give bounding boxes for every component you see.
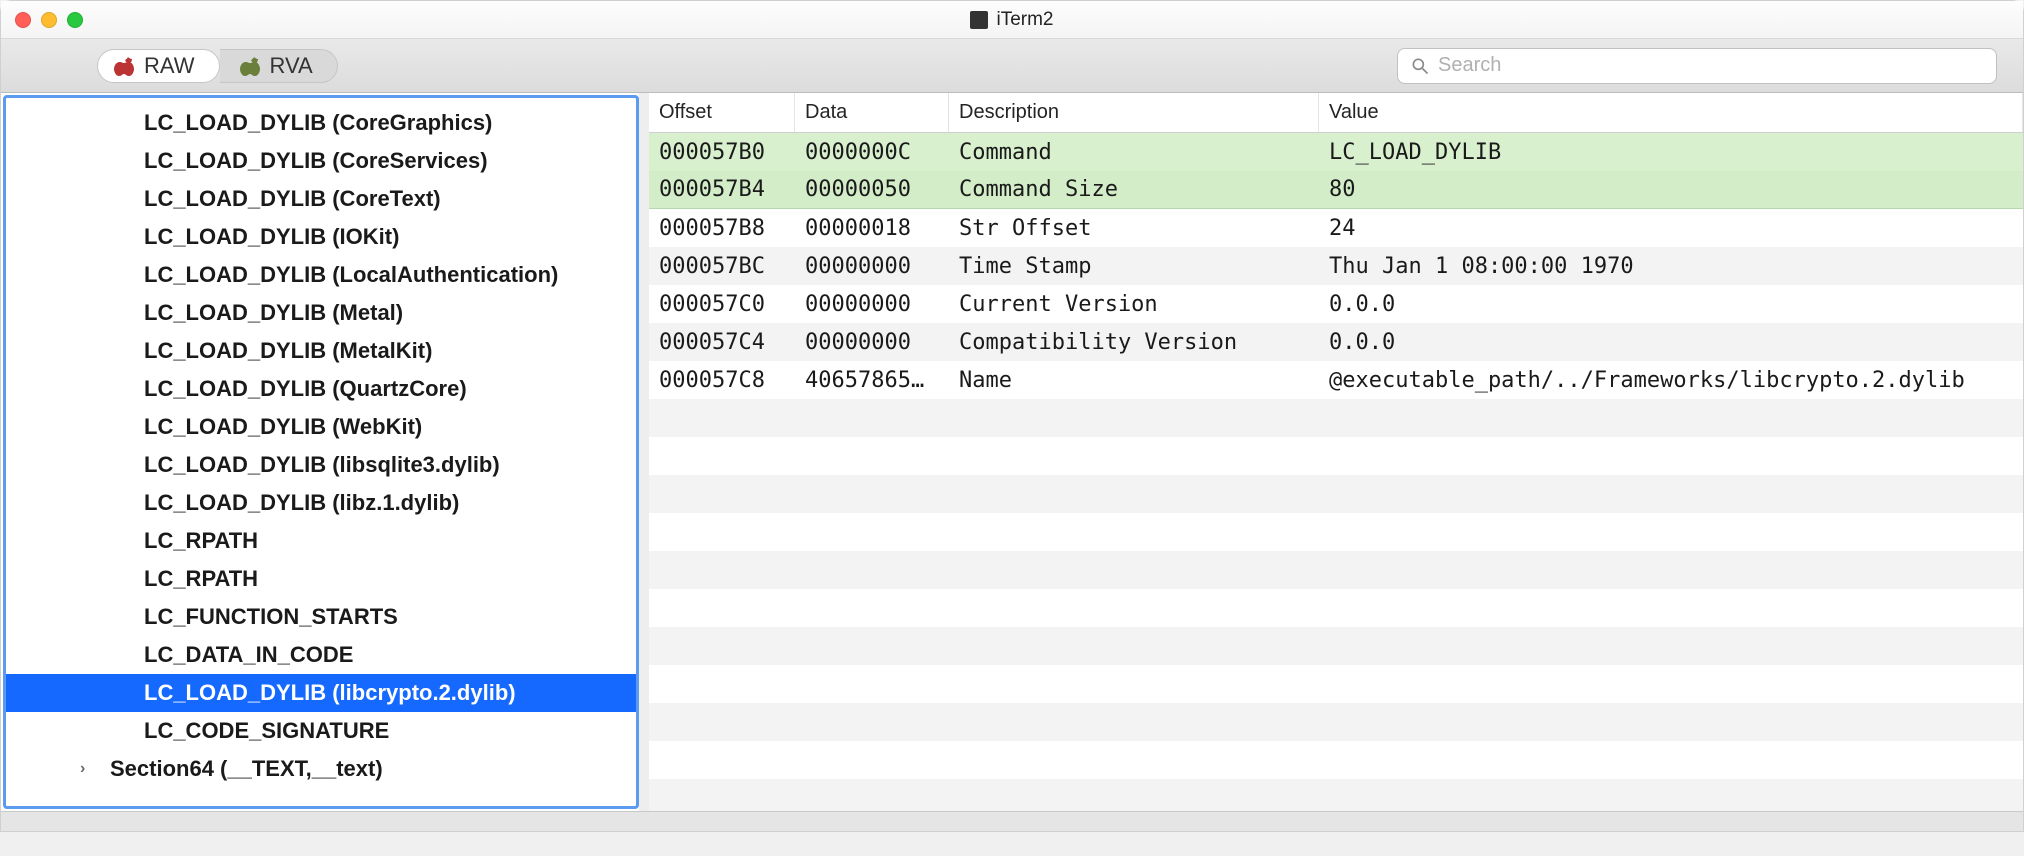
chevron-right-icon[interactable]: › xyxy=(80,760,85,778)
cell-value: 24 xyxy=(1319,216,2023,241)
cell-offset: 000057C8 xyxy=(649,368,795,393)
table-row[interactable]: 000057B400000050Command Size80 xyxy=(649,171,2023,209)
header-description[interactable]: Description xyxy=(949,93,1319,132)
header-value[interactable]: Value xyxy=(1319,93,2023,132)
sidebar-item[interactable]: LC_RPATH xyxy=(6,522,636,560)
cell-value: @executable_path/../Frameworks/libcrypto… xyxy=(1319,368,2023,393)
window-title: iTerm2 xyxy=(1,9,2023,31)
table-row-empty xyxy=(649,665,2023,703)
cell-value: 0.0.0 xyxy=(1319,330,2023,355)
table-row-empty xyxy=(649,741,2023,779)
cell-value: LC_LOAD_DYLIB xyxy=(1319,140,2023,165)
sidebar-item[interactable]: LC_LOAD_DYLIB (IOKit) xyxy=(6,218,636,256)
cell-description: Str Offset xyxy=(949,216,1319,241)
sidebar-item[interactable]: LC_LOAD_DYLIB (libz.1.dylib) xyxy=(6,484,636,522)
cell-offset: 000057C0 xyxy=(649,292,795,317)
search-field[interactable] xyxy=(1397,48,1997,84)
cell-data: 00000018 xyxy=(795,216,949,241)
cell-description: Compatibility Version xyxy=(949,330,1319,355)
sidebar-item[interactable]: LC_RPATH xyxy=(6,560,636,598)
split-divider[interactable] xyxy=(639,93,649,811)
table-row[interactable]: 000057BC00000000Time StampThu Jan 1 08:0… xyxy=(649,247,2023,285)
table-header: Offset Data Description Value xyxy=(649,93,2023,133)
tab-rva[interactable]: RVA xyxy=(220,49,338,83)
sidebar-item[interactable]: LC_DATA_IN_CODE xyxy=(6,636,636,674)
window-title-text: iTerm2 xyxy=(996,9,1053,31)
tab-raw[interactable]: RAW xyxy=(97,49,220,83)
header-data[interactable]: Data xyxy=(795,93,949,132)
table-row-empty xyxy=(649,589,2023,627)
sidebar-item[interactable]: LC_LOAD_DYLIB (LocalAuthentication) xyxy=(6,256,636,294)
cell-description: Current Version xyxy=(949,292,1319,317)
search-input[interactable] xyxy=(1438,54,1984,77)
table-row[interactable]: 000057C840657865…Name@executable_path/..… xyxy=(649,361,2023,399)
tab-rva-label: RVA xyxy=(270,53,313,79)
cell-offset: 000057B8 xyxy=(649,216,795,241)
cell-data: 00000000 xyxy=(795,254,949,279)
tab-raw-label: RAW xyxy=(144,53,195,79)
cell-data: 00000000 xyxy=(795,330,949,355)
cell-value: 80 xyxy=(1319,177,2023,202)
table-row[interactable]: 000057B800000018Str Offset24 xyxy=(649,209,2023,247)
table-body[interactable]: 000057B00000000CCommandLC_LOAD_DYLIB0000… xyxy=(649,133,2023,811)
table-row-empty xyxy=(649,475,2023,513)
search-icon xyxy=(1410,56,1430,76)
sidebar[interactable]: LC_LOAD_DYLIB (CoreGraphics)LC_LOAD_DYLI… xyxy=(3,95,639,809)
table-row[interactable]: 000057B00000000CCommandLC_LOAD_DYLIB xyxy=(649,133,2023,171)
toolbar: RAW RVA xyxy=(1,39,2023,93)
apple-green-icon xyxy=(238,54,262,78)
sidebar-item[interactable]: LC_LOAD_DYLIB (MetalKit) xyxy=(6,332,636,370)
app-window: iTerm2 RAW RVA LC_LOAD_DYLIB (CoreG xyxy=(0,0,2024,832)
sidebar-item[interactable]: LC_LOAD_DYLIB (QuartzCore) xyxy=(6,370,636,408)
sidebar-section[interactable]: › Section64 (__TEXT,__text) xyxy=(6,750,636,788)
cell-value: 0.0.0 xyxy=(1319,292,2023,317)
detail-pane: Offset Data Description Value 000057B000… xyxy=(649,93,2023,811)
table-row-empty xyxy=(649,513,2023,551)
content-area: LC_LOAD_DYLIB (CoreGraphics)LC_LOAD_DYLI… xyxy=(1,93,2023,811)
table-row[interactable]: 000057C000000000Current Version0.0.0 xyxy=(649,285,2023,323)
cell-description: Name xyxy=(949,368,1319,393)
cell-description: Command Size xyxy=(949,177,1319,202)
table-row[interactable]: 000057C400000000Compatibility Version0.0… xyxy=(649,323,2023,361)
cell-data: 40657865… xyxy=(795,368,949,393)
cell-offset: 000057B4 xyxy=(649,177,795,202)
table-row-empty xyxy=(649,437,2023,475)
sidebar-item[interactable]: LC_LOAD_DYLIB (WebKit) xyxy=(6,408,636,446)
table-row-empty xyxy=(649,627,2023,665)
sidebar-item[interactable]: LC_LOAD_DYLIB (CoreServices) xyxy=(6,142,636,180)
cell-offset: 000057B0 xyxy=(649,140,795,165)
sidebar-item[interactable]: LC_LOAD_DYLIB (libsqlite3.dylib) xyxy=(6,446,636,484)
table-row-empty xyxy=(649,703,2023,741)
table-row-empty xyxy=(649,779,2023,811)
sidebar-item[interactable]: LC_FUNCTION_STARTS xyxy=(6,598,636,636)
mode-segmented: RAW RVA xyxy=(97,49,338,83)
sidebar-item[interactable]: LC_CODE_SIGNATURE xyxy=(6,712,636,750)
cell-description: Time Stamp xyxy=(949,254,1319,279)
sidebar-item[interactable]: LC_LOAD_DYLIB (CoreGraphics) xyxy=(6,104,636,142)
cell-offset: 000057BC xyxy=(649,254,795,279)
cell-data: 00000050 xyxy=(795,177,949,202)
table-row-empty xyxy=(649,551,2023,589)
sidebar-item[interactable]: LC_LOAD_DYLIB (Metal) xyxy=(6,294,636,332)
footer-bar xyxy=(1,811,2023,831)
cell-offset: 000057C4 xyxy=(649,330,795,355)
sidebar-item[interactable]: LC_LOAD_DYLIB (libcrypto.2.dylib) xyxy=(6,674,636,712)
sidebar-item[interactable]: LC_LOAD_DYLIB (CoreText) xyxy=(6,180,636,218)
cell-data: 0000000C xyxy=(795,140,949,165)
cell-value: Thu Jan 1 08:00:00 1970 xyxy=(1319,254,2023,279)
cell-description: Command xyxy=(949,140,1319,165)
cell-data: 00000000 xyxy=(795,292,949,317)
table-row-empty xyxy=(649,399,2023,437)
titlebar: iTerm2 xyxy=(1,1,2023,39)
header-offset[interactable]: Offset xyxy=(649,93,795,132)
apple-red-icon xyxy=(112,54,136,78)
sidebar-section-label: Section64 (__TEXT,__text) xyxy=(110,756,383,782)
terminal-icon xyxy=(970,11,988,29)
